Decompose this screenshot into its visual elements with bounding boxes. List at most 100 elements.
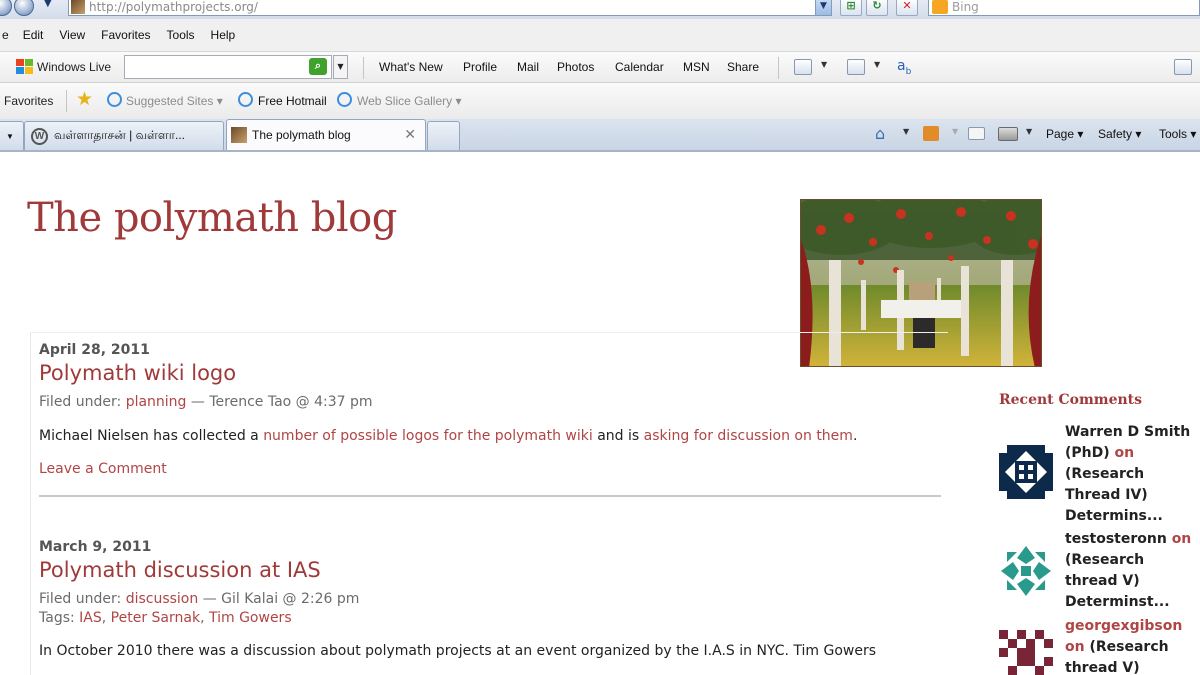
- page-menu[interactable]: Page ▾: [1046, 127, 1083, 141]
- rss-feed-icon[interactable]: [923, 126, 939, 141]
- tab-wordpress[interactable]: W வள்ளாதாசன் | வள்ளா...: [24, 121, 224, 150]
- comment-author[interactable]: testosteronn: [1065, 531, 1172, 547]
- stop-icon[interactable]: ✕: [896, 0, 918, 16]
- ie-icon: [238, 92, 253, 107]
- filed-label: Filed under:: [39, 394, 126, 410]
- comment-author[interactable]: georgexgibson: [1065, 616, 1200, 637]
- windows-live-label[interactable]: Windows Live: [37, 60, 111, 74]
- link-share[interactable]: Share: [727, 60, 759, 74]
- print-icon[interactable]: [998, 127, 1018, 141]
- read-mail-icon[interactable]: [968, 127, 985, 140]
- post-divider: [39, 495, 941, 497]
- menu-favorites[interactable]: Favorites: [101, 28, 150, 42]
- menu-bar: e Edit View Favorites Tools Help: [0, 19, 1200, 52]
- dropdown-icon[interactable]: ▼: [903, 127, 909, 136]
- comment-post-link[interactable]: thread V): [1065, 658, 1200, 675]
- windows-live-search-input[interactable]: [124, 55, 332, 79]
- site-favicon-icon: [231, 127, 247, 143]
- add-favorite-star-icon[interactable]: ★: [76, 90, 93, 109]
- close-tab-icon[interactable]: ✕: [404, 126, 416, 143]
- home-icon[interactable]: ⌂: [875, 124, 894, 143]
- comment-post-link[interactable]: Determinst...: [1065, 592, 1200, 613]
- back-button[interactable]: [0, 0, 12, 16]
- web-page: The polymath blog April 28, 2011 Polymat…: [0, 152, 1200, 675]
- menu-edit[interactable]: Edit: [23, 28, 44, 42]
- comment-author[interactable]: (PhD): [1065, 445, 1115, 461]
- avatar[interactable]: [999, 544, 1053, 598]
- menu-tools[interactable]: Tools: [167, 28, 195, 42]
- separator: [66, 90, 67, 112]
- comment-post-link[interactable]: thread V): [1065, 571, 1200, 592]
- post-polymath-wiki-logo: April 28, 2011 Polymath wiki logo Filed …: [39, 342, 942, 477]
- body-text: Michael Nielsen has collected a: [39, 428, 264, 444]
- check-icon[interactable]: [1174, 59, 1192, 75]
- compatibility-icon[interactable]: ⊞: [840, 0, 862, 16]
- dropdown-icon[interactable]: ▼: [1026, 127, 1032, 136]
- discussion-link[interactable]: asking for discussion on them: [644, 428, 853, 444]
- tag-link[interactable]: Tim Gowers: [209, 610, 292, 626]
- category-link-planning[interactable]: planning: [126, 394, 187, 410]
- category-link-discussion[interactable]: discussion: [126, 591, 199, 607]
- link-profile[interactable]: Profile: [463, 60, 497, 74]
- comment-on: on: [1171, 531, 1192, 547]
- post-title-link[interactable]: Polymath discussion at IAS: [39, 558, 942, 582]
- body-text: and is: [592, 428, 644, 444]
- dropdown-icon[interactable]: ▼: [821, 60, 827, 69]
- tab-list-button[interactable]: ▼: [0, 121, 24, 150]
- comment-author[interactable]: Warren D Smith: [1065, 422, 1200, 443]
- separator: [778, 57, 779, 79]
- dropdown-icon[interactable]: ▼: [874, 60, 880, 69]
- logos-link[interactable]: number of possible logos for the polymat…: [263, 428, 593, 444]
- search-input[interactable]: Bing: [928, 0, 1200, 16]
- post-date: April 28, 2011: [39, 342, 150, 358]
- menu-file[interactable]: e: [2, 28, 9, 42]
- address-dropdown-icon[interactable]: ▼: [815, 0, 832, 16]
- site-favicon-icon: [71, 0, 85, 14]
- wordpress-icon: W: [31, 127, 48, 145]
- link-mail[interactable]: Mail: [517, 60, 539, 74]
- forward-button[interactable]: [14, 0, 34, 16]
- favorites-label[interactable]: Favorites: [4, 94, 53, 108]
- ie-icon: [107, 92, 122, 107]
- separator: [363, 57, 364, 79]
- fav-free-hotmail[interactable]: Free Hotmail: [258, 94, 327, 108]
- comment-post-link[interactable]: (Research: [1065, 464, 1200, 485]
- menu-help[interactable]: Help: [211, 28, 236, 42]
- avatar[interactable]: [999, 630, 1053, 675]
- window-icon[interactable]: [847, 59, 865, 75]
- post-polymath-discussion-ias: March 9, 2011 Polymath discussion at IAS…: [39, 539, 942, 659]
- tag-link[interactable]: Peter Sarnak: [111, 610, 200, 626]
- tools-menu[interactable]: Tools ▾: [1159, 127, 1196, 141]
- avatar[interactable]: [999, 445, 1053, 499]
- leave-comment-link[interactable]: Leave a Comment: [39, 461, 942, 477]
- new-tab-button[interactable]: [427, 121, 460, 150]
- link-msn[interactable]: MSN: [683, 60, 710, 74]
- link-whats-new[interactable]: What's New: [379, 60, 443, 74]
- link-photos[interactable]: Photos: [557, 60, 594, 74]
- blog-it-icon[interactable]: [794, 59, 812, 75]
- address-input[interactable]: http://polymathprojects.org/: [68, 0, 832, 16]
- tab-polymath-blog[interactable]: The polymath blog ✕: [226, 119, 426, 150]
- tag-link[interactable]: IAS: [79, 610, 102, 626]
- comment-post-link[interactable]: (Research: [1085, 639, 1168, 655]
- address-text: http://polymathprojects.org/: [89, 0, 258, 14]
- post-date: March 9, 2011: [39, 539, 152, 555]
- ie-icon: [337, 92, 352, 107]
- fav-web-slice-gallery[interactable]: Web Slice Gallery ▾: [357, 94, 462, 108]
- link-calendar[interactable]: Calendar: [615, 60, 664, 74]
- comment-post-link[interactable]: Determins...: [1065, 506, 1200, 527]
- blog-title[interactable]: The polymath blog: [27, 195, 397, 241]
- menu-view[interactable]: View: [59, 28, 85, 42]
- comment-post-link[interactable]: Thread IV): [1065, 485, 1200, 506]
- safety-menu[interactable]: Safety ▾: [1098, 127, 1141, 141]
- search-go-icon[interactable]: ⌕: [309, 58, 327, 75]
- search-dropdown-icon[interactable]: ▼: [333, 55, 348, 79]
- refresh-icon[interactable]: ↻: [866, 0, 888, 16]
- post-meta: Filed under: planning — Terence Tao @ 4:…: [39, 394, 942, 410]
- nav-dropdown-icon[interactable]: ▼: [44, 0, 52, 9]
- fav-suggested-sites[interactable]: Suggested Sites ▾: [126, 94, 223, 108]
- tab-list-icon: ▼: [6, 131, 14, 141]
- translate-icon[interactable]: ab: [897, 58, 911, 77]
- post-title-link[interactable]: Polymath wiki logo: [39, 361, 942, 385]
- comment-post-link[interactable]: (Research: [1065, 550, 1200, 571]
